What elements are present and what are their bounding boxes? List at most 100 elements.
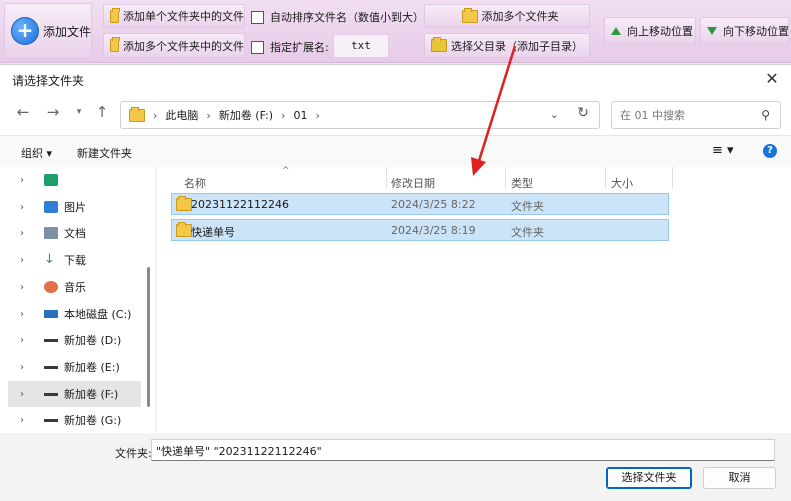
file-list: 名称 ^ 修改日期 类型 大小 20231122112246 2024/3/25… — [157, 166, 791, 433]
address-bar[interactable]: › 此电脑 › 新加卷 (F:) › 01 › ⌄ ↻ — [120, 101, 600, 129]
chevron-right-icon[interactable]: › — [20, 282, 34, 293]
select-parent-label: 选择父目录（添加子目录） — [451, 39, 583, 53]
drive-icon — [44, 419, 58, 422]
forward-arrow-icon[interactable]: → — [44, 103, 62, 121]
chevron-right-icon[interactable]: › — [153, 109, 157, 122]
file-date: 2024/3/25 8:22 — [391, 198, 476, 211]
chevron-right-icon[interactable]: › — [20, 335, 34, 346]
chevron-right-icon[interactable]: › — [20, 415, 34, 426]
move-up-button[interactable]: 向上移动位置 — [604, 17, 696, 45]
command-bar: 组织 ▾ 新建文件夹 ≡ ▾ ? — [0, 135, 791, 168]
column-header-type[interactable]: 类型 — [511, 175, 533, 191]
folder-name-input[interactable]: "快递单号" "20231122112246" — [151, 439, 775, 461]
pictures-icon — [44, 201, 58, 213]
view-options-icon[interactable]: ≡ ▾ — [712, 143, 734, 158]
move-down-label: 向下移动位置 — [723, 25, 789, 38]
move-down-button[interactable]: 向下移动位置 — [700, 17, 789, 45]
nav-item-drive-e[interactable]: › 新加卷 (E:) — [8, 354, 141, 380]
nav-item-label: 下载 — [64, 254, 86, 267]
chevron-right-icon[interactable]: › — [20, 362, 34, 373]
chevron-right-icon[interactable]: › — [20, 228, 34, 239]
column-divider[interactable] — [605, 167, 606, 189]
folder-check-icon — [431, 37, 447, 52]
recent-chevron-icon[interactable]: ▾ — [70, 107, 88, 117]
nav-item-label: 本地磁盘 (C:) — [64, 308, 132, 321]
arrow-up-icon — [611, 27, 621, 35]
nav-item-drive-c[interactable]: › 本地磁盘 (C:) — [8, 301, 141, 327]
chevron-right-icon[interactable]: › — [20, 202, 34, 213]
column-header-size[interactable]: 大小 — [611, 175, 633, 191]
folder-icon — [461, 7, 478, 23]
folder-icon — [110, 37, 120, 52]
add-multi-dirs-button[interactable]: 添加多个文件夹 — [424, 4, 590, 28]
add-multi-folder-button[interactable]: 添加多个文件夹中的文件 — [103, 33, 245, 58]
move-up-label: 向上移动位置 — [627, 25, 693, 38]
auto-sort-checkbox[interactable]: 自动排序文件名（数值小到大） — [251, 9, 424, 25]
chevron-right-icon[interactable]: › — [20, 389, 34, 400]
download-icon: ↓ — [44, 252, 55, 267]
chevron-down-icon[interactable]: ⌄ — [550, 108, 559, 121]
folder-icon — [129, 106, 145, 122]
refresh-icon[interactable]: ↻ — [577, 105, 589, 121]
file-name: 快递单号 — [191, 226, 235, 239]
add-multi-folder-label: 添加多个文件夹中的文件 — [123, 39, 244, 53]
search-placeholder: 在 01 中搜索 — [620, 109, 685, 122]
drive-icon — [44, 339, 58, 342]
chevron-right-icon[interactable]: › — [20, 255, 34, 266]
nav-item-documents[interactable]: › 文档 — [8, 220, 141, 246]
new-folder-button[interactable]: 新建文件夹 — [77, 145, 132, 161]
file-row[interactable]: 快递单号 2024/3/25 8:19 文件夹 — [171, 219, 669, 241]
nav-item-drive-d[interactable]: › 新加卷 (D:) — [8, 327, 141, 353]
nav-item-label: 新加卷 (D:) — [64, 334, 122, 347]
folder-icon — [176, 195, 192, 211]
file-date: 2024/3/25 8:19 — [391, 224, 476, 237]
add-multi-dirs-label: 添加多个文件夹 — [481, 10, 559, 23]
nav-item-drive-g[interactable]: › 新加卷 (G:) — [8, 407, 141, 433]
search-input[interactable]: 在 01 中搜索 ⚲ — [611, 101, 781, 129]
help-icon[interactable]: ? — [763, 144, 777, 158]
chevron-right-icon[interactable]: › — [206, 109, 210, 122]
file-row[interactable]: 20231122112246 2024/3/25 8:22 文件夹 — [171, 193, 669, 215]
breadcrumb-drive-f[interactable]: 新加卷 (F:) — [219, 107, 273, 123]
chevron-right-icon[interactable]: › — [20, 309, 34, 320]
sort-caret-icon: ^ — [282, 166, 290, 176]
extension-input[interactable]: txt — [333, 34, 389, 58]
ext-checkbox[interactable]: 指定扩展名: — [251, 39, 329, 55]
nav-item-pictures[interactable]: › 图片 — [8, 194, 141, 220]
nav-item-music[interactable]: › 音乐 — [8, 274, 141, 300]
organize-button[interactable]: 组织 ▾ — [21, 145, 52, 161]
chevron-right-icon[interactable]: › — [315, 109, 319, 122]
nav-item-label: 新加卷 (E:) — [64, 361, 120, 374]
add-icon: + — [11, 17, 39, 45]
back-arrow-icon[interactable]: ← — [14, 103, 32, 121]
nav-item-label: 音乐 — [64, 281, 86, 294]
close-icon[interactable]: ✕ — [761, 68, 783, 90]
column-divider[interactable] — [386, 167, 387, 189]
add-single-folder-button[interactable]: 添加单个文件夹中的文件 — [103, 4, 245, 28]
nav-item-app[interactable]: › — [8, 167, 141, 193]
checkbox-box[interactable] — [251, 10, 264, 24]
chevron-right-icon[interactable]: › — [20, 175, 34, 186]
file-name: 20231122112246 — [191, 198, 289, 211]
cancel-button[interactable]: 取消 — [703, 467, 776, 489]
add-file-button[interactable]: + 添加文件 — [4, 3, 92, 59]
select-folder-button[interactable]: 选择文件夹 — [606, 467, 692, 489]
nav-item-drive-f[interactable]: › 新加卷 (F:) — [8, 381, 141, 407]
column-header-date[interactable]: 修改日期 — [391, 175, 435, 191]
file-type: 文件夹 — [511, 226, 544, 239]
search-icon[interactable]: ⚲ — [761, 108, 770, 122]
nav-item-downloads[interactable]: › ↓ 下载 — [8, 247, 141, 273]
column-divider[interactable] — [505, 167, 506, 189]
up-arrow-icon[interactable]: ↑ — [93, 103, 111, 121]
select-parent-button[interactable]: 选择父目录（添加子目录） — [424, 33, 590, 58]
nav-scrollbar[interactable] — [147, 267, 150, 407]
drive-icon — [44, 310, 58, 318]
breadcrumb-this-pc[interactable]: 此电脑 — [165, 107, 198, 123]
chevron-right-icon[interactable]: › — [281, 109, 285, 122]
column-header-name[interactable]: 名称 — [184, 175, 206, 191]
breadcrumb-01[interactable]: 01 — [293, 109, 307, 122]
checkbox-box[interactable] — [251, 40, 264, 54]
add-file-label: 添加文件 — [42, 24, 91, 39]
documents-icon — [44, 227, 58, 239]
column-divider[interactable] — [672, 167, 673, 189]
